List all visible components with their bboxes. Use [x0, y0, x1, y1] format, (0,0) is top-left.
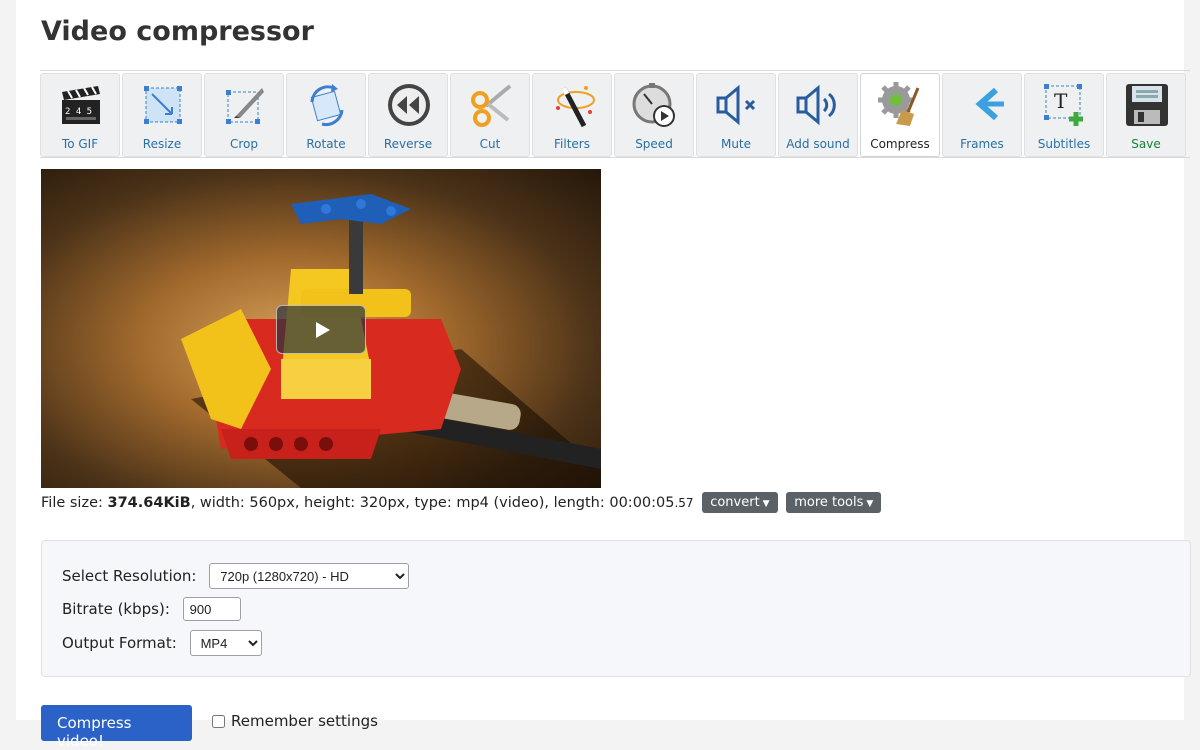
magic-wand-icon: [556, 86, 595, 128]
floppy-disk-icon: [1126, 84, 1168, 126]
tool-label: Subtitles: [1037, 137, 1091, 151]
tool-rotate[interactable]: Rotate: [286, 73, 366, 157]
tool-reverse[interactable]: Reverse: [368, 73, 448, 157]
tool-subtitles[interactable]: T Subtitles: [1024, 73, 1104, 157]
file-length-fraction: .57: [674, 496, 694, 510]
tool-mute[interactable]: Mute: [696, 73, 776, 157]
tool-compress[interactable]: Compress: [860, 73, 940, 157]
tool-filters[interactable]: Filters: [532, 73, 612, 157]
tool-toolbar: 2 4 5 To GIF Resize Crop Rotate Reverse …: [40, 70, 1190, 158]
crop-icon: [226, 88, 264, 124]
tool-label: Compress: [870, 137, 930, 151]
file-size: 374.64KiB: [107, 495, 191, 511]
tool-add-sound[interactable]: Add sound: [778, 73, 858, 157]
tool-label: Rotate: [306, 137, 346, 151]
resize-icon: [144, 86, 182, 124]
scissors-icon: [471, 84, 512, 127]
svg-text:T: T: [1054, 89, 1068, 113]
frames-icon: [975, 87, 1004, 121]
tool-to-gif[interactable]: 2 4 5 To GIF: [40, 73, 120, 157]
tool-label: To GIF: [61, 137, 99, 151]
caret-down-icon: ▼: [866, 499, 874, 509]
remember-settings[interactable]: Remember settings: [212, 712, 378, 730]
convert-label: convert: [710, 495, 760, 510]
tool-resize[interactable]: Resize: [122, 73, 202, 157]
bitrate-label: Bitrate (kbps):: [62, 599, 170, 618]
tool-save[interactable]: Save: [1106, 73, 1186, 157]
tool-label: Mute: [720, 137, 752, 151]
gear-broom-icon: [878, 82, 920, 126]
more-tools-label: more tools: [794, 495, 864, 510]
more-tools-dropdown-button[interactable]: more tools ▼: [786, 492, 882, 513]
tool-label: Speed: [635, 137, 673, 151]
video-player[interactable]: [41, 169, 601, 488]
output-format-select[interactable]: MP4: [189, 630, 262, 656]
file-info: File size: 374.64KiB, width: 560px, heig…: [41, 492, 882, 514]
play-button[interactable]: [276, 305, 366, 354]
stopwatch-icon: [632, 83, 675, 127]
svg-text:2 4 5: 2 4 5: [65, 107, 92, 117]
clapperboard-icon: 2 4 5: [62, 86, 100, 124]
tool-speed[interactable]: Speed: [614, 73, 694, 157]
tool-cut[interactable]: Cut: [450, 73, 530, 157]
resolution-row: Select Resolution: 720p (1280x720) - HD: [62, 563, 410, 589]
file-info-prefix: File size:: [41, 495, 108, 511]
page-title: Video compressor: [41, 16, 314, 47]
tool-label: Cut: [479, 137, 501, 151]
resolution-label: Select Resolution:: [62, 566, 197, 585]
bitrate-input[interactable]: [182, 597, 241, 621]
caret-down-icon: ▼: [762, 499, 770, 509]
reverse-icon: [388, 84, 430, 126]
remember-settings-label: Remember settings: [231, 712, 378, 730]
tool-label: Add sound: [786, 137, 850, 151]
tool-label: Filters: [554, 137, 590, 151]
bitrate-row: Bitrate (kbps):: [62, 597, 241, 621]
tool-frames[interactable]: Frames: [942, 73, 1022, 157]
play-icon: [316, 322, 330, 338]
tool-label: Reverse: [383, 137, 433, 151]
compress-video-button[interactable]: Compress video!: [41, 705, 192, 750]
tool-label: Resize: [142, 137, 182, 151]
tool-label: Crop: [229, 137, 258, 151]
remember-settings-checkbox[interactable]: [212, 715, 225, 728]
page: Video compressor 2 4 5 To GIF Resize Cro…: [16, 0, 1191, 750]
format-row: Output Format: MP4: [62, 630, 262, 656]
speaker-sound-icon: [796, 84, 836, 126]
compression-options-panel: Select Resolution: 720p (1280x720) - HD …: [41, 540, 1191, 677]
file-details: , width: 560px, height: 320px, type: mp4…: [190, 495, 675, 511]
resolution-select[interactable]: 720p (1280x720) - HD: [209, 563, 410, 589]
tool-crop[interactable]: Crop: [204, 73, 284, 157]
speaker-mute-icon: [716, 84, 756, 126]
tool-label: Frames: [960, 137, 1004, 151]
convert-dropdown-button[interactable]: convert ▼: [702, 492, 778, 513]
text-add-icon: T: [1044, 84, 1083, 126]
format-label: Output Format:: [62, 633, 177, 652]
rotate-icon: [310, 84, 344, 126]
tool-label: Save: [1131, 137, 1161, 151]
